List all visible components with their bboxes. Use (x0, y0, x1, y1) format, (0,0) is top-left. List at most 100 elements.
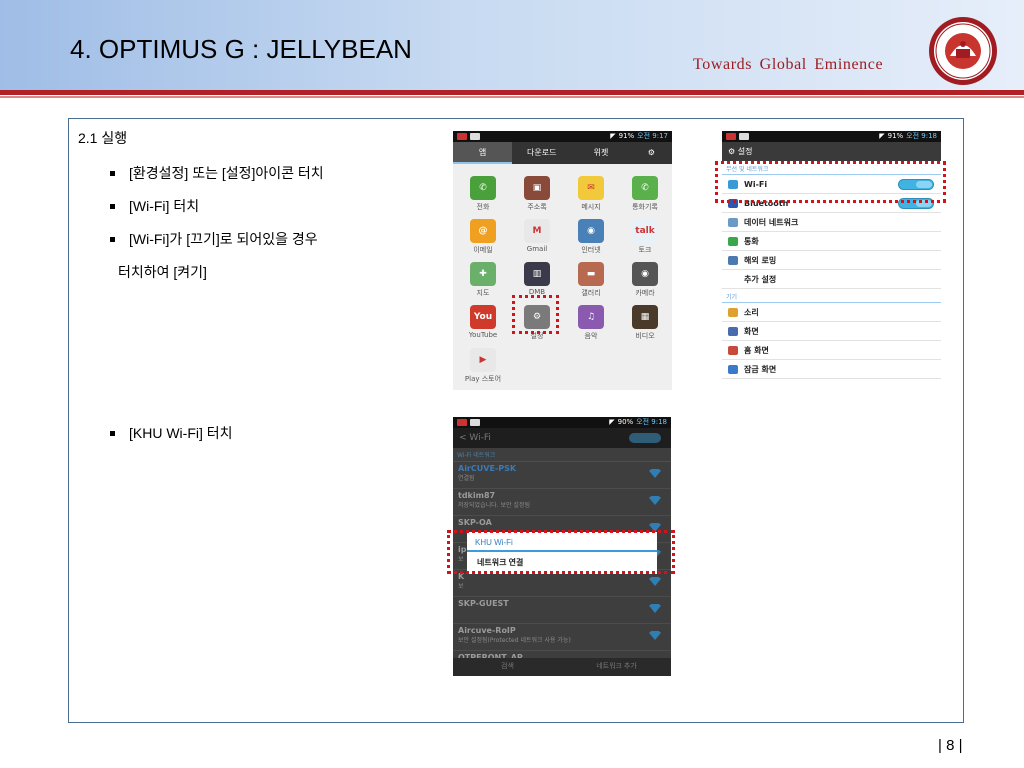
tab-widgets[interactable]: 위젯 (571, 142, 630, 164)
app-label: 음악 (584, 332, 598, 340)
app-icon-item[interactable]: talk 토크 (619, 219, 671, 261)
bullet-square-icon (110, 170, 115, 176)
app-glyph-icon: ◉ (578, 219, 604, 243)
network-item[interactable]: tdkim87 저장되었습니다. 보안 설정됨 (453, 489, 671, 516)
network-name: tdkim87 (458, 491, 496, 500)
network-name: SKP-OA (458, 518, 492, 527)
app-glyph-icon: ✉ (578, 176, 604, 200)
setting-label: 소리 (744, 307, 759, 317)
setting-label: 데이터 네트워크 (744, 217, 799, 227)
network-status: 보안 설정됨(Protected 네트워크 사용 가능) (458, 637, 571, 644)
step-continuation: 터치하여 [켜기] (118, 264, 207, 280)
notification-icon (470, 419, 480, 426)
section-heading: 2.1 실행 (78, 130, 128, 146)
app-label: 카메라 (635, 289, 655, 297)
app-icon-item[interactable]: ♫ 음악 (565, 305, 617, 347)
setting-icon (728, 326, 738, 336)
settings-row[interactable]: 추가 설정 (722, 270, 941, 289)
network-item[interactable]: SKP-GUEST (453, 597, 671, 624)
status-bar: ◤ 91% 오전 9:17 (453, 131, 672, 142)
app-label: 인터넷 (581, 246, 601, 254)
app-icon-item[interactable]: M Gmail (511, 219, 563, 261)
highlight-khu-wifi (447, 530, 675, 574)
app-glyph-icon: ◉ (632, 262, 658, 286)
setting-icon (728, 345, 738, 355)
app-icon-item[interactable]: ✚ 지도 (457, 262, 509, 304)
step-item: [KHU Wi-Fi] 터치 (110, 423, 233, 443)
setting-icon (728, 364, 738, 374)
notification-icon (470, 133, 480, 140)
settings-row[interactable]: 데이터 네트워크 (722, 213, 941, 232)
search-button[interactable]: 검색 (453, 658, 562, 676)
tab-apps[interactable]: 앱 (453, 142, 513, 164)
settings-row[interactable]: 소리 (722, 303, 941, 322)
wifi-toggle[interactable] (629, 433, 661, 443)
back-icon[interactable]: < (459, 433, 469, 443)
section-device: 기기 (722, 289, 941, 303)
step-item: [Wi-Fi]가 [끄기]로 되어있을 경우 (110, 229, 318, 249)
app-label: 메시지 (581, 203, 601, 211)
status-time: 오전 9:18 (906, 132, 937, 140)
app-icon-item[interactable]: ▶ Play 스토어 (457, 348, 509, 390)
app-icon-item[interactable]: ✆ 통화기록 (619, 176, 671, 218)
app-label: 통화기록 (632, 203, 658, 211)
signal-icon: ◤ (879, 132, 885, 140)
network-status: 보 (458, 583, 464, 590)
settings-row[interactable]: 해외 로밍 (722, 251, 941, 270)
app-icon-item[interactable]: ◉ 인터넷 (565, 219, 617, 261)
settings-row[interactable]: 통화 (722, 232, 941, 251)
wifi-section-label: Wi-Fi 네트워크 (453, 448, 671, 462)
university-seal-icon (929, 17, 997, 85)
settings-row[interactable]: 홈 화면 (722, 341, 941, 360)
bullet-square-icon (110, 430, 115, 436)
app-glyph-icon: ▣ (524, 176, 550, 200)
network-item[interactable]: Aircuve-RoIP 보안 설정됨(Protected 네트워크 사용 가능) (453, 624, 671, 651)
app-label: 토크 (638, 246, 652, 254)
add-network-button[interactable]: 네트워크 추가 (562, 658, 671, 676)
app-glyph-icon: M (524, 219, 550, 243)
setting-label: 홈 화면 (744, 345, 769, 355)
status-time: 오전 9:17 (637, 132, 668, 140)
battery-level: 91% (887, 132, 904, 140)
setting-label: 잠금 화면 (744, 364, 777, 374)
status-bar: ◤ 91% 오전 9:18 (722, 131, 941, 142)
app-glyph-icon: ▬ (578, 262, 604, 286)
app-icon-item[interactable]: ▦ 비디오 (619, 305, 671, 347)
setting-label: 추가 설정 (744, 274, 777, 284)
gear-icon[interactable]: ⚙ (631, 142, 672, 164)
setting-label: 해외 로밍 (744, 255, 777, 265)
app-icon-item[interactable]: You YouTube (457, 305, 509, 347)
app-icon-item[interactable]: ▣ 주소록 (511, 176, 563, 218)
notification-icon (726, 133, 736, 140)
bullet-square-icon (110, 203, 115, 209)
page-number: | 8 | (938, 737, 963, 754)
highlight-wifi-row (715, 161, 946, 203)
notification-icon (457, 133, 467, 140)
settings-row[interactable]: 화면 (722, 322, 941, 341)
app-icon-item[interactable]: ▬ 갤러리 (565, 262, 617, 304)
wifi-title-bar: < Wi-Fi (453, 428, 671, 448)
app-icon-item[interactable]: @ 이메일 (457, 219, 509, 261)
app-label: Gmail (526, 245, 548, 253)
bullet-square-icon (110, 236, 115, 242)
app-icon-item[interactable]: ◉ 카메라 (619, 262, 671, 304)
setting-icon (728, 217, 738, 227)
network-item[interactable]: K보 (453, 570, 671, 597)
wifi-footer: 검색 네트워크 추가 (453, 658, 671, 676)
status-time: 오전 9:18 (636, 418, 667, 426)
tagline: Towards Global Eminence (693, 56, 884, 73)
battery-level: 91% (618, 132, 635, 140)
notification-icon (457, 419, 467, 426)
app-glyph-icon: ♫ (578, 305, 604, 329)
setting-icon (728, 307, 738, 317)
app-label: 비디오 (635, 332, 655, 340)
app-icon-item[interactable]: ✉ 메시지 (565, 176, 617, 218)
tab-downloads[interactable]: 다운로드 (512, 142, 571, 164)
app-icon-item[interactable]: ✆ 전화 (457, 176, 509, 218)
settings-title-bar: ⚙ 설정 (722, 142, 941, 161)
wifi-signal-icon (649, 604, 661, 613)
network-item[interactable]: AirCUVE-PSK 연결됨 (453, 462, 671, 489)
settings-row[interactable]: 잠금 화면 (722, 360, 941, 379)
network-name: SKP-GUEST (458, 599, 509, 608)
app-label: YouTube (468, 331, 498, 339)
